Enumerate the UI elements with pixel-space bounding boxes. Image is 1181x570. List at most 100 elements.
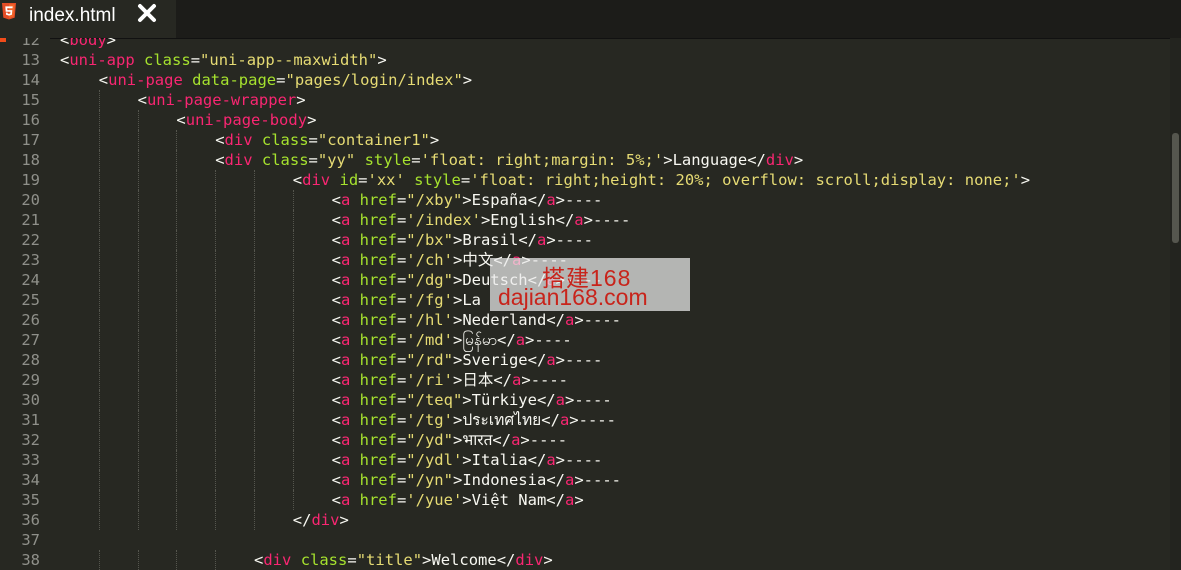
code-token: < [331, 231, 341, 249]
code-token: > [452, 251, 463, 269]
code-token: = [396, 271, 407, 289]
indent-guide [292, 290, 294, 310]
indent-guide [176, 250, 178, 270]
code-token: uni-page [108, 71, 183, 89]
indent-guide [254, 330, 255, 350]
code-token: '/ri' [406, 371, 453, 389]
code-token: '/md' [406, 331, 453, 349]
code-token: </ [518, 231, 537, 249]
code-token: href [359, 371, 397, 389]
code-line[interactable]: 26 <a href='/hl'>Nederland</a>---- [0, 310, 1170, 330]
code-token: a [340, 431, 351, 449]
code-line[interactable]: 32 <a href="/yd">भारत</a>---- [0, 430, 1170, 450]
code-line[interactable]: 20 <a href="/xby">España</a>---- [0, 190, 1170, 210]
code-token: a [555, 391, 565, 409]
indent-guide [176, 490, 178, 510]
indent-guide [292, 470, 294, 490]
code-line[interactable]: 14 <uni-page data-page="pages/login/index… [0, 70, 1170, 90]
indent-guide [215, 170, 217, 190]
code-line[interactable]: 38 <div class="title">Welcome</div> [0, 550, 1170, 570]
line-number: 21 [21, 211, 40, 229]
indent-guide [98, 150, 100, 170]
code-token: Việt Nam [471, 491, 547, 509]
code-token: "/teq" [406, 391, 463, 409]
code-line[interactable]: 29 <a href='/ri'>日本</a>---- [0, 370, 1170, 390]
code-line[interactable]: 15 <uni-page-wrapper> [0, 90, 1170, 110]
indent-guide [292, 230, 294, 250]
indent-guide [176, 290, 178, 310]
code-line[interactable]: 19 <div id='xx' style='float: right;heigh… [0, 170, 1170, 190]
code-token: class [261, 131, 309, 149]
code-token: a [559, 411, 570, 429]
indent-guide [292, 390, 294, 410]
indent-guide [215, 190, 217, 210]
indent-guide [254, 410, 255, 430]
code-line[interactable]: 37 [0, 530, 1170, 550]
scrollbar-thumb[interactable] [1172, 133, 1179, 243]
code-token: 'float: right;height: 20%; overflow: scr… [470, 171, 1021, 189]
code-line[interactable]: 31 <a href='/tg'>ประเทศไทย</a>---- [0, 410, 1170, 430]
code-line[interactable]: 30 <a href="/teq">Türkiye</a>---- [0, 390, 1170, 410]
code-token: Nederland [462, 311, 547, 329]
code-token: </ [541, 411, 560, 429]
indent-guide [215, 350, 217, 370]
code-line[interactable]: 21 <a href='/index'>English</a>---- [0, 210, 1170, 230]
code-line[interactable]: 13 <uni-app class="uni-app--maxwidth"> [0, 50, 1170, 70]
code-token: href [359, 191, 397, 209]
code-token: body [69, 38, 107, 49]
code-line[interactable]: 28 <a href="/rd">Sverige</a>---- [0, 350, 1170, 370]
code-token: < [331, 391, 341, 409]
code-line[interactable]: 16 <uni-page-body> [0, 110, 1170, 130]
code-token: English [490, 211, 556, 229]
code-token: a [564, 491, 575, 509]
code-text: <uni-page-body> [176, 110, 316, 130]
code-token: "/dg" [406, 271, 453, 289]
code-token: > [564, 391, 575, 409]
code-line[interactable]: 12 <body> [0, 38, 1170, 50]
indent-guide [137, 110, 139, 130]
tab-index-html[interactable]: index.html [0, 0, 176, 38]
code-line[interactable]: 34 <a href="/yn">Indonesia</a>---- [0, 470, 1170, 490]
code-token: uni-page-body [185, 111, 308, 129]
code-token: a [340, 331, 351, 349]
indent-guide [215, 550, 217, 570]
code-line[interactable]: 27 <a href='/md'>မြန်မာ</a>---- [0, 330, 1170, 350]
code-token: 日本 [462, 371, 494, 389]
close-icon[interactable] [136, 2, 158, 24]
code-token: style [414, 171, 461, 189]
code-token: > [521, 371, 531, 389]
code-token: > [574, 491, 584, 509]
code-line[interactable]: 36 </div> [0, 510, 1170, 530]
code-line[interactable]: 33 <a href="/ydl'>Italia</a>---- [0, 450, 1170, 470]
code-token: = [396, 371, 407, 389]
code-token: href [359, 251, 397, 269]
code-line[interactable]: 35 <a href='/yue'>Việt Nam</a> [0, 490, 1170, 510]
code-token: = [396, 331, 407, 349]
code-token: uni-app [69, 51, 135, 69]
indent-guide [215, 270, 217, 290]
code-token: href [359, 231, 397, 249]
indent-guide [137, 330, 139, 350]
code-token: id [339, 171, 359, 189]
code-line[interactable]: 18 <div class="yy" style='float: right;ma… [0, 150, 1170, 170]
vertical-scrollbar[interactable] [1170, 38, 1181, 570]
code-token: = [411, 151, 421, 169]
code-line[interactable]: 17 <div class="container1"> [0, 130, 1170, 150]
code-token: href [359, 211, 397, 229]
tab-title: index.html [29, 5, 116, 26]
code-token: > [574, 471, 584, 489]
code-token: > [555, 451, 565, 469]
code-token: "pages/login/index" [285, 71, 463, 89]
line-number: 18 [21, 151, 40, 169]
indent-guide [98, 90, 100, 110]
code-token: < [331, 491, 341, 509]
code-token: "/bx" [406, 231, 453, 249]
code-line[interactable]: 22 <a href="/bx">Brasil</a>---- [0, 230, 1170, 250]
code-token: a [340, 491, 351, 509]
code-token: > [452, 411, 463, 429]
